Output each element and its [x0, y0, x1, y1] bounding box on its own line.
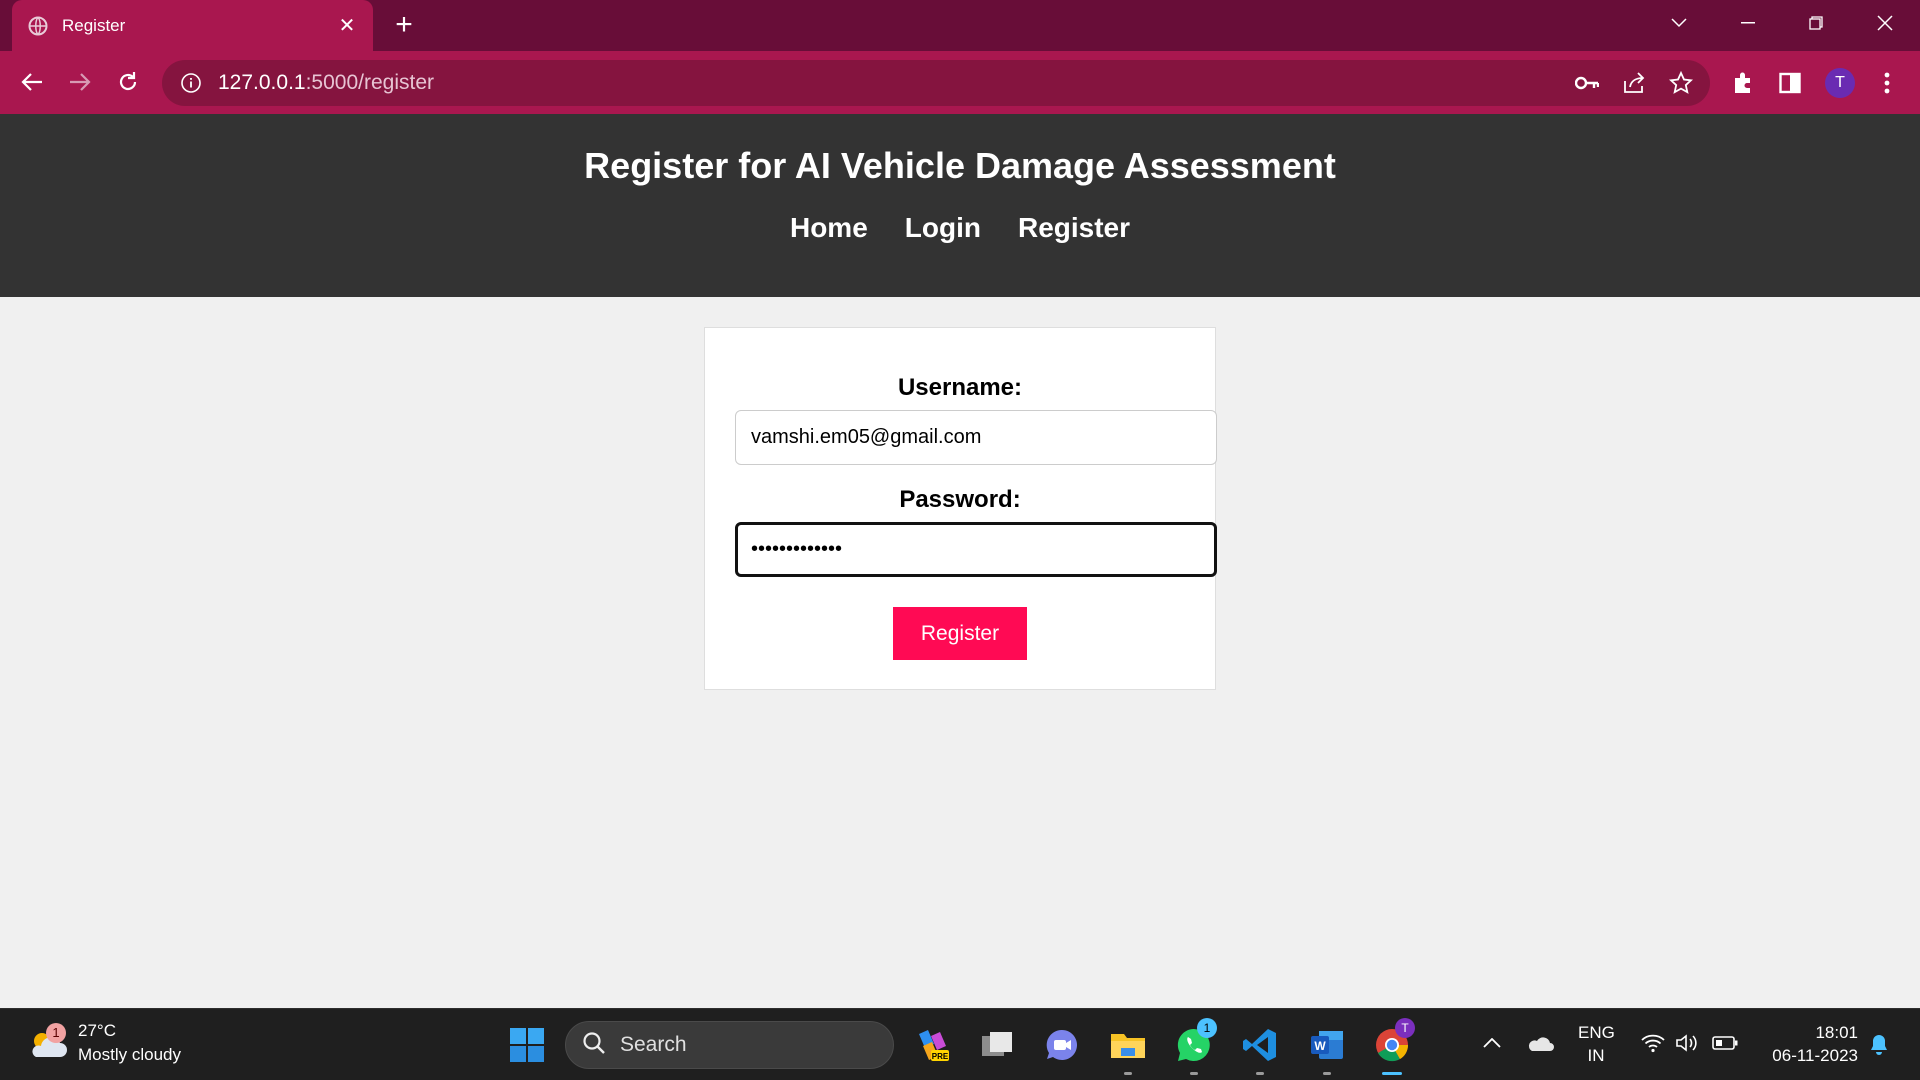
weather-badge: 1	[46, 1023, 66, 1043]
nav-home-link[interactable]: Home	[790, 212, 868, 244]
close-tab-icon[interactable]: ✕	[337, 13, 357, 38]
tab-title: Register	[62, 15, 126, 35]
taskbar-search[interactable]: Search	[565, 1021, 894, 1069]
volume-icon[interactable]	[1674, 1031, 1700, 1055]
profile-avatar[interactable]: T	[1825, 68, 1855, 98]
running-indicator	[1124, 1072, 1132, 1075]
globe-icon	[28, 16, 48, 36]
lang-line1: ENG	[1578, 1023, 1615, 1042]
search-label: Search	[620, 1033, 687, 1056]
running-indicator	[1323, 1072, 1331, 1075]
whatsapp-badge: 1	[1197, 1018, 1217, 1038]
username-label: Username:	[897, 374, 1023, 401]
language-indicator[interactable]: ENG IN	[1578, 1021, 1615, 1067]
url-path: :5000/register	[305, 71, 435, 94]
clock-date: 06-11-2023	[1772, 1046, 1858, 1065]
web-page: Register for AI Vehicle Damage Assessmen…	[0, 114, 1920, 1008]
browser-tab-strip: Register ✕ +	[0, 0, 1920, 51]
weather-widget[interactable]: 1 27°C Mostly cloudy	[26, 1019, 181, 1067]
browser-tab[interactable]: Register ✕	[12, 0, 373, 51]
onedrive-cloud-icon[interactable]	[1524, 1031, 1556, 1055]
running-indicator	[1190, 1072, 1198, 1075]
key-icon[interactable]	[1575, 71, 1599, 95]
teams-chat-icon[interactable]	[1041, 1024, 1083, 1066]
username-input[interactable]	[735, 410, 1217, 465]
notification-bell-icon[interactable]	[1866, 1031, 1892, 1057]
clock-time: 18:01	[1815, 1023, 1858, 1042]
active-indicator	[1382, 1072, 1402, 1075]
chevron-up-icon[interactable]	[1480, 1031, 1504, 1055]
register-form: Username: Password: Register	[704, 327, 1217, 690]
page-title: Register for AI Vehicle Damage Assessmen…	[584, 145, 1336, 186]
share-icon[interactable]	[1622, 71, 1646, 95]
search-icon	[582, 1031, 606, 1060]
password-input[interactable]	[735, 522, 1217, 577]
extensions-puzzle-icon[interactable]	[1730, 70, 1756, 96]
url-host: 127.0.0.1	[218, 71, 306, 94]
weather-temp: 27°C	[78, 1021, 116, 1040]
nav-login-link[interactable]: Login	[905, 212, 981, 244]
password-label: Password:	[899, 486, 1021, 513]
address-bar[interactable]: 127.0.0.1:5000/register	[162, 60, 1710, 106]
start-windows-icon[interactable]	[506, 1024, 548, 1066]
battery-icon[interactable]	[1712, 1031, 1738, 1055]
whatsapp-icon[interactable]: 1	[1173, 1018, 1217, 1075]
running-indicator	[1256, 1072, 1264, 1075]
windows-taskbar: 1 27°C Mostly cloudy Search PRE 1 W T EN…	[0, 1008, 1920, 1080]
tab-search-icon[interactable]	[1657, 8, 1701, 38]
reload-icon[interactable]	[110, 64, 146, 100]
bookmark-star-icon[interactable]	[1669, 71, 1693, 95]
menu-kebab-icon[interactable]	[1874, 70, 1900, 96]
site-info-icon[interactable]	[180, 72, 202, 94]
svg-text:W: W	[1314, 1039, 1326, 1053]
wifi-icon[interactable]	[1640, 1031, 1666, 1055]
nav-register-link[interactable]: Register	[1018, 212, 1130, 244]
side-panel-icon[interactable]	[1777, 70, 1803, 96]
vscode-icon[interactable]	[1239, 1024, 1281, 1075]
weather-desc: Mostly cloudy	[78, 1045, 181, 1064]
browser-toolbar: 127.0.0.1:5000/register T	[0, 51, 1920, 114]
close-window-icon[interactable]	[1863, 8, 1907, 38]
cloud-sun-icon: 1	[26, 1021, 70, 1065]
copilot-icon[interactable]: PRE	[911, 1024, 953, 1066]
task-view-icon[interactable]	[976, 1024, 1018, 1066]
minimize-icon[interactable]	[1726, 8, 1770, 38]
word-icon[interactable]: W	[1306, 1024, 1348, 1075]
restore-icon[interactable]	[1794, 8, 1838, 38]
file-explorer-icon[interactable]	[1107, 1024, 1149, 1075]
chrome-profile-badge: T	[1395, 1018, 1415, 1038]
svg-text:PRE: PRE	[932, 1052, 949, 1061]
site-header: Register for AI Vehicle Damage Assessmen…	[0, 114, 1920, 297]
url-text: 127.0.0.1:5000/register	[218, 71, 434, 95]
register-button[interactable]: Register	[893, 607, 1027, 660]
lang-line2: IN	[1587, 1046, 1605, 1065]
site-nav: Home Login Register	[0, 212, 1920, 244]
chrome-icon[interactable]: T	[1371, 1018, 1415, 1075]
system-clock[interactable]: 18:01 06-11-2023	[1754, 1021, 1858, 1067]
weather-text: 27°C Mostly cloudy	[78, 1019, 181, 1067]
new-tab-button[interactable]: +	[388, 10, 420, 42]
forward-arrow-icon[interactable]	[62, 64, 98, 100]
back-arrow-icon[interactable]	[14, 64, 50, 100]
